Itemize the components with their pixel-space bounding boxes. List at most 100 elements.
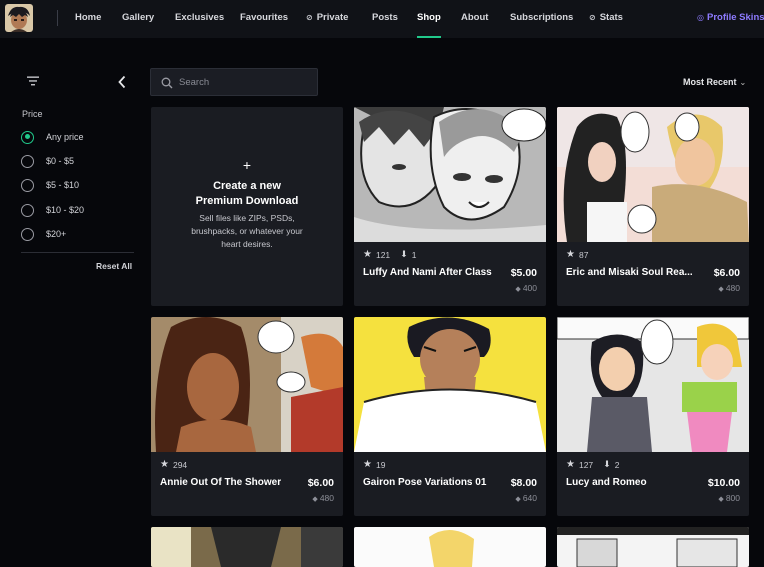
profile-skins-link[interactable]: ◎ Profile Skins — [697, 0, 764, 38]
nav-stats-label: Stats — [599, 12, 623, 23]
sort-dropdown[interactable]: Most Recent ⌄ — [683, 77, 746, 87]
price-option-10-20[interactable]: $10 - $20 — [21, 202, 84, 218]
product-title[interactable]: Lucy and Romeo — [566, 477, 696, 488]
product-title[interactable]: Annie Out Of The Shower — [160, 477, 290, 488]
product-points: ◆ 480 — [718, 283, 740, 293]
create-card-description: Sell files like ZIPs, PSDs, brushpacks, … — [191, 213, 303, 249]
nav-exclusives[interactable]: Exclusives — [175, 0, 224, 38]
product-card[interactable]: ★ 19 Gairon Pose Variations 01 $8.00 ◆ 640 — [354, 317, 546, 516]
points-value: 640 — [522, 493, 537, 503]
sidebar-divider — [21, 252, 134, 253]
price-option-label: $5 - $10 — [46, 180, 80, 190]
search-box[interactable] — [150, 68, 318, 96]
product-card[interactable]: ★ 87 Eric and Misaki Soul Rea... $6.00 ◆ 4… — [557, 107, 749, 306]
star-icon: ★ — [363, 249, 372, 260]
nav-private[interactable]: ⊘ Private — [306, 0, 348, 38]
product-card-partial[interactable] — [557, 527, 749, 567]
nav-subscriptions-label: Subscriptions — [510, 12, 574, 23]
nav-home[interactable]: Home — [75, 0, 101, 38]
filter-icon[interactable] — [27, 76, 39, 86]
sort-label: Most Recent — [683, 77, 737, 87]
card-stats: ★ 294 — [160, 459, 187, 470]
radio-selected[interactable] — [21, 130, 34, 144]
star-count: 87 — [578, 249, 589, 260]
nav-stats[interactable]: ⊘ Stats — [589, 0, 623, 38]
price-option-label: $10 - $20 — [46, 205, 85, 215]
product-thumbnail[interactable] — [151, 317, 343, 452]
nav-shop[interactable]: Shop — [417, 0, 441, 38]
plus-icon: + — [242, 157, 252, 173]
product-thumbnail[interactable] — [557, 107, 749, 242]
product-card-partial[interactable] — [151, 527, 343, 567]
price-option-0-5[interactable]: $0 - $5 — [21, 153, 74, 169]
price-option-20-plus[interactable]: $20+ — [21, 226, 66, 242]
radio[interactable] — [21, 154, 34, 168]
product-title[interactable]: Eric and Misaki Soul Rea... — [566, 267, 696, 278]
product-price: $8.00 — [510, 477, 537, 489]
radio[interactable] — [21, 178, 34, 192]
price-option-label: $0 - $5 — [46, 156, 75, 166]
product-card-partial[interactable] — [354, 527, 546, 567]
download-icon: ⬇ — [603, 459, 611, 469]
product-card[interactable]: ★ 127 ⬇ 2 Lucy and Romeo $10.00 ◆ 800 — [557, 317, 749, 516]
star-icon: ★ — [160, 459, 169, 470]
nav-divider — [57, 10, 58, 26]
nav-posts-label: Posts — [372, 12, 398, 23]
star-icon: ★ — [566, 249, 575, 260]
card-stats: ★ 87 — [566, 249, 588, 260]
nav-exclusives-label: Exclusives — [175, 12, 225, 23]
points-value: 480 — [319, 493, 334, 503]
product-card[interactable]: ★ 121 ⬇ 1 Luffy And Nami After Class $5.00… — [354, 107, 546, 306]
nav-shop-label: Shop — [417, 12, 441, 23]
points-icon: ◆ — [718, 286, 724, 293]
price-option-label: $20+ — [46, 229, 67, 239]
nav-about[interactable]: About — [461, 0, 488, 38]
download-count: 2 — [614, 459, 620, 470]
nav-gallery[interactable]: Gallery — [122, 0, 154, 38]
profile-skins-label: Profile Skins — [706, 12, 764, 23]
price-option-5-10[interactable]: $5 - $10 — [21, 177, 79, 193]
product-points: ◆ 640 — [515, 493, 537, 503]
search-input[interactable] — [179, 75, 309, 89]
download-count: 1 — [411, 249, 417, 260]
search-icon — [161, 77, 173, 89]
avatar[interactable] — [5, 4, 33, 32]
download-icon: ⬇ — [400, 249, 408, 259]
product-thumbnail[interactable] — [354, 317, 546, 452]
points-icon: ◆ — [312, 496, 318, 503]
card-stats: ★ 127 ⬇ 2 — [566, 459, 619, 470]
product-thumbnail[interactable] — [354, 107, 546, 242]
reset-all-button[interactable]: Reset All — [96, 261, 132, 271]
chevron-left-icon[interactable] — [117, 75, 127, 89]
eye-slash-icon: ⊘ — [306, 13, 313, 22]
card-stats: ★ 121 ⬇ 1 — [363, 249, 416, 260]
create-title-line1: Create a new — [213, 180, 281, 192]
radio[interactable] — [21, 203, 34, 217]
radio[interactable] — [21, 227, 34, 241]
product-price: $6.00 — [307, 477, 334, 489]
nav-subscriptions[interactable]: Subscriptions — [510, 0, 573, 38]
price-option-any[interactable]: Any price — [21, 129, 84, 145]
product-title[interactable]: Gairon Pose Variations 01 — [363, 477, 493, 488]
product-thumbnail[interactable] — [557, 317, 749, 452]
product-price: $5.00 — [510, 267, 537, 279]
create-premium-download-card[interactable]: + Create a new Premium Download Sell fil… — [151, 107, 343, 306]
points-icon: ◆ — [515, 286, 521, 293]
points-icon: ◆ — [718, 496, 724, 503]
star-icon: ★ — [363, 459, 372, 470]
eye-slash-icon: ⊘ — [589, 13, 596, 22]
nav-favourites[interactable]: Favourites — [240, 0, 288, 38]
chevron-down-icon: ⌄ — [739, 78, 747, 87]
product-points: ◆ 480 — [312, 493, 334, 503]
nav-posts[interactable]: Posts — [372, 0, 398, 38]
palette-icon: ◎ — [697, 13, 704, 22]
product-price: $10.00 — [707, 477, 740, 489]
star-count: 294 — [172, 459, 188, 470]
product-card[interactable]: ★ 294 Annie Out Of The Shower $6.00 ◆ 480 — [151, 317, 343, 516]
product-price: $6.00 — [713, 267, 740, 279]
points-icon: ◆ — [515, 496, 521, 503]
nav-private-label: Private — [316, 12, 349, 23]
product-title[interactable]: Luffy And Nami After Class — [363, 267, 493, 278]
price-filter-heading: Price — [22, 109, 43, 119]
nav-favourites-label: Favourites — [240, 12, 289, 23]
